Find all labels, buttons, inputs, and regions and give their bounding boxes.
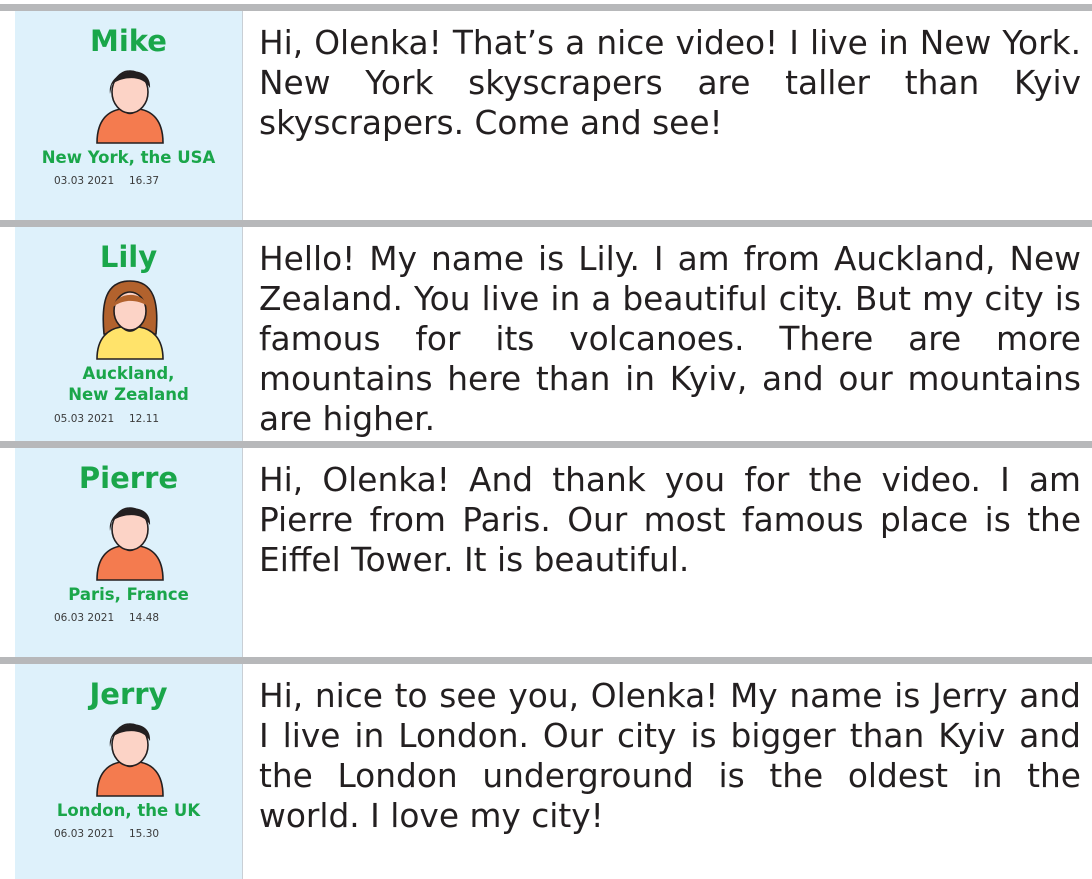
post-message: Hi, Olenka! That’s a nice video! I live … [259, 24, 1081, 142]
boy-avatar-icon [94, 62, 166, 144]
author-name: Lily [99, 240, 158, 274]
author-name: Jerry [89, 677, 168, 711]
post-time: 15.30 [129, 828, 160, 840]
post-message: Hello! My name is Lily. I am from Auckla… [259, 240, 1081, 438]
author-name: Mike [90, 24, 167, 58]
author-location: Auckland, New Zealand [68, 364, 189, 404]
author-panel: Mike New York, the USA 03.03 2021 16.37 [15, 11, 243, 220]
author-location: London, the UK [56, 801, 201, 820]
author-panel: Jerry London, the UK 06.03 2021 15.30 [15, 664, 243, 879]
post-pierre: Pierre Paris, France 06.03 2021 14.48 Hi… [0, 441, 1092, 657]
post-feed: Mike New York, the USA 03.03 2021 16.37 … [0, 0, 1092, 879]
author-name: Pierre [78, 461, 179, 495]
boy-avatar-icon [94, 715, 166, 797]
post-time: 16.37 [129, 175, 160, 187]
author-panel: Lily Auckland, New Zealand 05.03 2021 12… [15, 227, 243, 441]
author-location: Paris, France [68, 585, 189, 604]
post-time: 14.48 [129, 612, 160, 624]
post-date: 05.03 2021 [54, 413, 115, 425]
post-message: Hi, Olenka! And thank you for the video.… [259, 461, 1081, 579]
post-date: 06.03 2021 [54, 828, 115, 840]
post-message: Hi, nice to see you, Olenka! My name is … [259, 677, 1081, 835]
post-jerry: Jerry London, the UK 06.03 2021 15.30 Hi… [0, 657, 1092, 879]
post-mike: Mike New York, the USA 03.03 2021 16.37 … [0, 4, 1092, 220]
author-panel: Pierre Paris, France 06.03 2021 14.48 [15, 448, 243, 657]
author-location: New York, the USA [41, 148, 216, 167]
post-lily: Lily Auckland, New Zealand 05.03 2021 12… [0, 220, 1092, 441]
girl-avatar-icon [94, 278, 166, 360]
post-date: 06.03 2021 [54, 612, 115, 624]
boy-avatar-icon [94, 499, 166, 581]
post-time: 12.11 [129, 413, 160, 425]
post-date: 03.03 2021 [54, 175, 115, 187]
